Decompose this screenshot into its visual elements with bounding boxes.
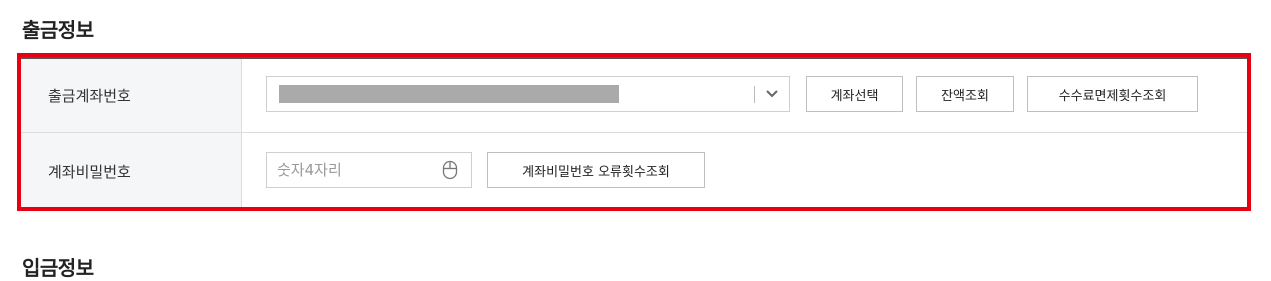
- password-error-count-button[interactable]: 계좌비밀번호 오류횟수조회: [487, 152, 705, 188]
- account-password-row: 계좌비밀번호 계좌비밀번호 오류횟수조회: [21, 133, 1248, 209]
- withdrawal-info-table: 출금계좌번호 계좌선택 잔액조회 수수료면제횟수조회 계좌비밀번호 계좌비밀번호…: [21, 57, 1248, 209]
- account-select[interactable]: [266, 76, 790, 112]
- select-divider: [754, 86, 755, 103]
- masked-account-number: [279, 85, 619, 103]
- account-select-button[interactable]: 계좌선택: [806, 76, 903, 112]
- password-field: [266, 152, 472, 188]
- account-password-label: 계좌비밀번호: [21, 133, 242, 209]
- account-number-row: 출금계좌번호 계좌선택 잔액조회 수수료면제횟수조회: [21, 59, 1248, 133]
- chevron-down-icon: [766, 90, 778, 98]
- password-input[interactable]: [267, 153, 427, 187]
- balance-inquiry-button[interactable]: 잔액조회: [916, 76, 1014, 112]
- mouse-icon[interactable]: [442, 160, 458, 180]
- account-password-cell: 계좌비밀번호 오류횟수조회: [242, 133, 1248, 209]
- account-number-label: 출금계좌번호: [21, 59, 242, 132]
- account-number-cell: 계좌선택 잔액조회 수수료면제횟수조회: [242, 59, 1248, 132]
- deposit-section-title: 입금정보: [22, 256, 94, 280]
- fee-exemption-inquiry-button[interactable]: 수수료면제횟수조회: [1027, 76, 1198, 112]
- withdrawal-section-title: 출금정보: [22, 18, 94, 42]
